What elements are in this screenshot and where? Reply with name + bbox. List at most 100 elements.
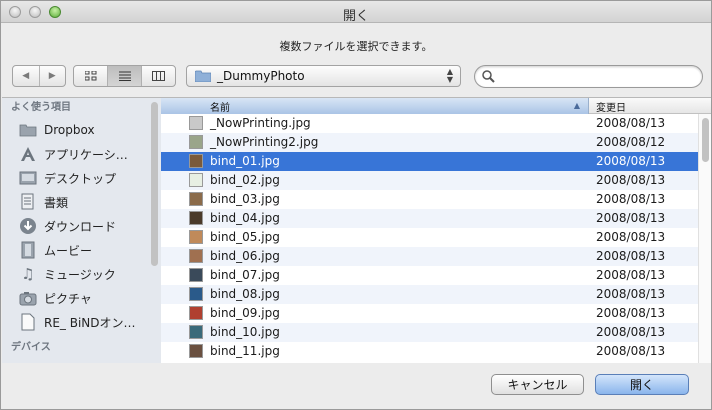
- sidebar-scrollbar-thumb[interactable]: [151, 102, 158, 266]
- pictures-icon: [19, 289, 37, 307]
- file-name: bind_03.jpg: [210, 192, 280, 206]
- image-thumbnail-icon: [189, 192, 203, 206]
- search-input[interactable]: [499, 69, 694, 84]
- file-name: bind_05.jpg: [210, 230, 280, 244]
- date-column-header[interactable]: 変更日: [590, 98, 701, 114]
- sidebar-item-pictures[interactable]: ピクチャ: [2, 286, 161, 310]
- image-thumbnail-icon: [189, 135, 203, 149]
- title-bar: 開く: [1, 1, 711, 24]
- file-name: bind_04.jpg: [210, 211, 280, 225]
- sidebar-scrollbar[interactable]: [149, 98, 161, 363]
- sidebar-item-label: Dropbox: [44, 123, 95, 137]
- sidebar-item-label: ダウンロード: [44, 219, 117, 234]
- forward-button[interactable]: ▶: [38, 66, 66, 86]
- file-date: 2008/08/13: [596, 287, 666, 301]
- document-icon: [19, 313, 37, 331]
- image-thumbnail-icon: [189, 154, 203, 168]
- image-thumbnail-icon: [189, 306, 203, 320]
- file-row[interactable]: bind_03.jpg 2008/08/13: [161, 190, 711, 209]
- file-date: 2008/08/13: [596, 306, 666, 320]
- sidebar-item-documents[interactable]: 書類: [2, 190, 161, 214]
- file-name: bind_10.jpg: [210, 325, 280, 339]
- file-date: 2008/08/13: [596, 344, 666, 358]
- file-name: bind_01.jpg: [210, 154, 280, 168]
- view-mode-control: [73, 65, 176, 87]
- back-forward-control: ◀ ▶: [12, 65, 66, 87]
- name-column-header[interactable]: 名前 ▲: [161, 98, 589, 114]
- image-thumbnail-icon: [189, 287, 203, 301]
- sidebar-item-label: 書類: [44, 195, 69, 210]
- file-row[interactable]: bind_07.jpg 2008/08/13: [161, 266, 711, 285]
- file-row[interactable]: _NowPrinting.jpg 2008/08/13: [161, 114, 711, 133]
- file-row[interactable]: bind_10.jpg 2008/08/13: [161, 323, 711, 342]
- sidebar-item-dropbox[interactable]: Dropbox: [2, 118, 161, 142]
- sidebar-item-label: アプリケーシ…: [44, 147, 128, 162]
- search-field[interactable]: [474, 65, 703, 88]
- popup-arrows-icon: ▲ ▼: [446, 67, 453, 84]
- file-row[interactable]: bind_05.jpg 2008/08/13: [161, 228, 711, 247]
- sidebar-item-downloads[interactable]: ダウンロード: [2, 214, 161, 238]
- image-thumbnail-icon: [189, 268, 203, 282]
- file-list-scrollbar[interactable]: [698, 114, 711, 363]
- applications-icon: [19, 145, 37, 163]
- favorites-header: よく使う項目: [11, 102, 71, 113]
- file-name: bind_07.jpg: [210, 268, 280, 282]
- file-name: bind_08.jpg: [210, 287, 280, 301]
- file-list: 名前 ▲ 変更日 _NowPrinting.jpg 2008/08/13 _NowP…: [161, 97, 711, 363]
- back-button[interactable]: ◀: [13, 66, 39, 86]
- music-icon: ♫: [21, 265, 35, 283]
- file-row[interactable]: _NowPrinting2.jpg 2008/08/12: [161, 133, 711, 152]
- path-label: _DummyPhoto: [217, 69, 305, 83]
- forward-arrow-icon: ▶: [48, 71, 56, 81]
- file-date: 2008/08/13: [596, 211, 666, 225]
- desktop-icon: [19, 169, 37, 187]
- icon-view-button[interactable]: [74, 66, 107, 86]
- path-popup[interactable]: _DummyPhoto ▲ ▼: [186, 65, 461, 87]
- image-thumbnail-icon: [189, 211, 203, 225]
- column-view-icon: [152, 71, 165, 81]
- list-view-icon: [118, 71, 131, 81]
- sidebar-item-label: デスクトップ: [44, 171, 117, 186]
- sidebar-item-label: ムービー: [44, 243, 93, 258]
- movies-icon: [19, 241, 37, 259]
- file-date: 2008/08/13: [596, 325, 666, 339]
- file-date: 2008/08/12: [596, 135, 666, 149]
- sidebar: よく使う項目 Dropbox アプリケーシ… デスクトップ 書類 ダウンロード …: [2, 97, 161, 363]
- column-view-button[interactable]: [141, 66, 175, 86]
- list-view-button[interactable]: [107, 66, 141, 86]
- file-date: 2008/08/13: [596, 116, 666, 130]
- image-thumbnail-icon: [189, 249, 203, 263]
- file-name: bind_11.jpg: [210, 344, 280, 358]
- file-list-scrollbar-thumb[interactable]: [702, 118, 709, 162]
- file-row[interactable]: bind_01.jpg 2008/08/13: [161, 152, 711, 171]
- file-name: _NowPrinting2.jpg: [210, 135, 319, 149]
- file-name: bind_09.jpg: [210, 306, 280, 320]
- sidebar-item-label: ミュージック: [44, 267, 116, 282]
- image-thumbnail-icon: [189, 344, 203, 358]
- search-icon: [482, 70, 495, 83]
- file-row[interactable]: bind_02.jpg 2008/08/13: [161, 171, 711, 190]
- file-date: 2008/08/13: [596, 268, 666, 282]
- sidebar-item-label: ピクチャ: [44, 291, 92, 306]
- cancel-button[interactable]: キャンセル: [491, 374, 584, 395]
- file-row[interactable]: bind_04.jpg 2008/08/13: [161, 209, 711, 228]
- sort-ascending-icon: ▲: [573, 101, 580, 110]
- back-arrow-icon: ◀: [22, 71, 30, 81]
- devices-header: デバイス: [11, 342, 51, 353]
- sidebar-item-music[interactable]: ♫ ミュージック: [2, 262, 161, 286]
- sidebar-item-applications[interactable]: アプリケーシ…: [2, 142, 161, 166]
- file-row[interactable]: bind_06.jpg 2008/08/13: [161, 247, 711, 266]
- file-row[interactable]: bind_11.jpg 2008/08/13: [161, 342, 711, 361]
- open-dialog: 開く 複数ファイルを選択できます。 ◀ ▶ _DummyPhoto ▲ ▼ よく…: [0, 0, 712, 410]
- sidebar-item-label: RE_ BiNDオン…: [44, 315, 136, 330]
- documents-icon: [19, 193, 37, 211]
- name-column-label: 名前: [210, 103, 230, 114]
- file-row[interactable]: bind_09.jpg 2008/08/13: [161, 304, 711, 323]
- file-name: bind_06.jpg: [210, 249, 280, 263]
- sidebar-item-desktop[interactable]: デスクトップ: [2, 166, 161, 190]
- file-row[interactable]: bind_08.jpg 2008/08/13: [161, 285, 711, 304]
- sidebar-item-re-bind[interactable]: RE_ BiNDオン…: [2, 310, 161, 334]
- sidebar-item-movies[interactable]: ムービー: [2, 238, 161, 262]
- file-date: 2008/08/13: [596, 230, 666, 244]
- open-button[interactable]: 開く: [595, 374, 689, 395]
